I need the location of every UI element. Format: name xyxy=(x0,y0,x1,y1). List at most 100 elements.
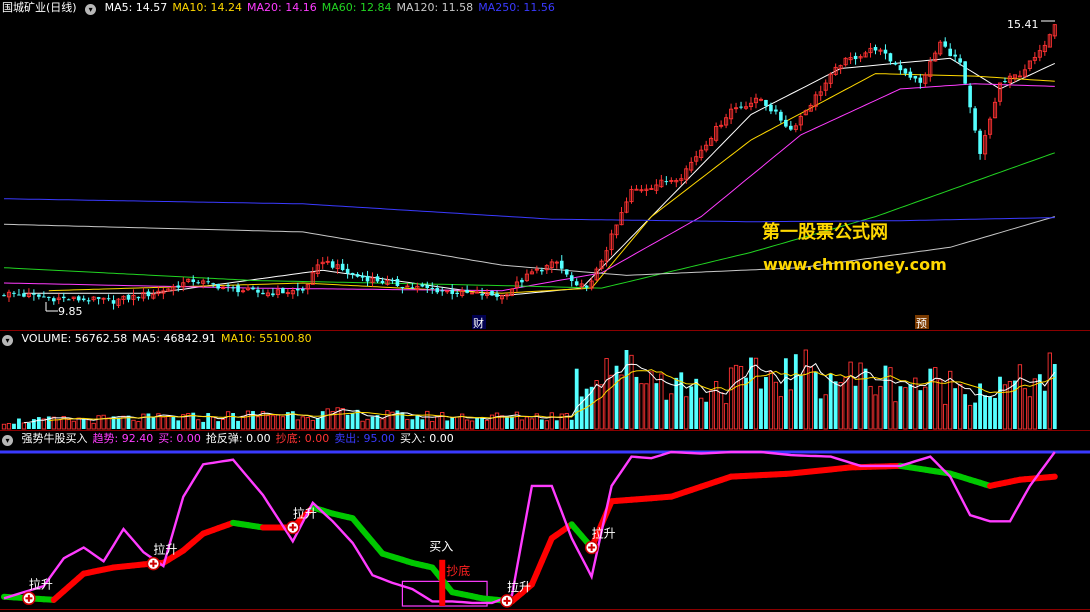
volume-bar xyxy=(220,419,226,430)
candle-body xyxy=(380,280,385,284)
candle-body xyxy=(231,287,235,289)
candle-body xyxy=(296,288,300,291)
signal-label: 拉升 xyxy=(293,505,317,520)
chart-canvas[interactable]: 15.41 9.85 财 预 拉升拉升拉升拉升拉升买入抄底 xyxy=(0,0,1090,612)
volume-bar xyxy=(480,417,484,429)
candle-body xyxy=(784,119,788,127)
volume-bar xyxy=(833,381,838,429)
candle-body xyxy=(355,274,360,277)
volume-bar xyxy=(873,394,878,430)
volume-bar xyxy=(425,410,430,430)
volume-bar xyxy=(614,365,619,429)
candle-body xyxy=(226,285,230,287)
volume-bar xyxy=(380,418,385,430)
volume-bar xyxy=(738,366,744,430)
volume-bar xyxy=(81,419,86,429)
volume-bar xyxy=(236,420,240,429)
candle-body xyxy=(32,293,36,295)
volume-bar xyxy=(91,422,96,430)
candle-body xyxy=(480,294,484,296)
volume-bar xyxy=(848,361,853,430)
volume-bar xyxy=(983,395,987,429)
volume-bar xyxy=(445,420,450,429)
volume-bar xyxy=(6,423,12,430)
candle-body xyxy=(574,281,579,286)
marker-yu[interactable]: 预 xyxy=(916,317,927,330)
volume-bar xyxy=(370,416,375,429)
volume-bar xyxy=(12,423,16,429)
candle-body xyxy=(2,295,6,297)
volume-bar xyxy=(878,385,883,430)
candle-body xyxy=(455,292,459,294)
volume-bar xyxy=(863,368,868,429)
candle-body xyxy=(893,62,898,65)
marker-cai[interactable]: 财 xyxy=(473,316,484,330)
volume-bar xyxy=(629,354,634,430)
volume-bar xyxy=(450,417,455,429)
candle-body xyxy=(903,68,908,74)
volume-bar xyxy=(973,402,977,429)
volume-bar xyxy=(988,396,992,429)
volume-bar xyxy=(853,385,858,429)
candle-body xyxy=(196,282,201,284)
volume-bar xyxy=(1022,388,1028,430)
candle-body xyxy=(81,298,86,301)
volume-bar xyxy=(524,416,530,430)
watermark-url: www.chnmoney.com xyxy=(763,255,947,274)
volume-bar xyxy=(709,390,714,430)
volume-bar xyxy=(967,404,973,430)
volume-bar xyxy=(559,413,564,430)
indicator-value-label: 买入: 0.00 xyxy=(400,432,454,445)
volume-bar xyxy=(469,420,475,430)
volume-bar xyxy=(251,411,255,429)
candle-body xyxy=(111,300,116,304)
candle-body xyxy=(440,290,445,292)
volume-bar xyxy=(744,377,748,429)
volume-bar xyxy=(505,417,509,429)
candle-body xyxy=(216,283,220,289)
volume-bar xyxy=(455,416,460,430)
candle-body xyxy=(22,293,26,297)
volume-bar xyxy=(923,386,928,430)
ma-value-label: MA10: 14.24 xyxy=(172,1,243,14)
volume-bar xyxy=(435,416,440,430)
volume-bar xyxy=(644,383,649,430)
volume-bar xyxy=(788,389,793,430)
stock-title[interactable]: 国城矿业(日线) xyxy=(2,1,77,14)
volume-bar xyxy=(978,383,982,429)
volume-bar xyxy=(838,382,843,430)
volume-bar xyxy=(768,371,774,430)
volume-bar xyxy=(245,410,251,430)
candle-body xyxy=(564,269,569,275)
candle-body xyxy=(12,292,16,294)
volume-bar xyxy=(728,367,734,430)
candle-body xyxy=(465,289,469,293)
chevron-down-icon[interactable]: ▾ xyxy=(2,435,13,446)
volume-bar xyxy=(918,390,923,429)
candle-body xyxy=(61,296,66,299)
volume-bar xyxy=(360,420,365,430)
volume-bar xyxy=(993,397,997,429)
volume-bar xyxy=(689,386,694,429)
candle-body xyxy=(664,181,669,183)
volume-bar xyxy=(699,397,704,430)
indicator-panel-header: ▾ 强势牛股买入 趋势: 92.40 买: 0.00 抢反弹: 0.00 抄底: 0.0… xyxy=(2,431,464,447)
volume-bar xyxy=(415,414,420,429)
volume-bar xyxy=(101,414,106,430)
ma-labels: MA5: 14.57 MA10: 14.24 MA20: 14.16 MA60: 12… xyxy=(105,1,560,14)
chevron-down-icon[interactable]: ▾ xyxy=(85,4,97,15)
volume-bar xyxy=(484,419,490,430)
candle-body xyxy=(898,65,903,71)
volume-bar xyxy=(96,415,101,430)
volume-bar xyxy=(858,362,863,430)
candle-body xyxy=(251,287,255,290)
chevron-down-icon[interactable]: ▾ xyxy=(2,335,13,346)
indicator-value-label: 抢反弹: 0.00 xyxy=(205,432,271,445)
volume-bar xyxy=(803,349,808,430)
volume-bar xyxy=(599,384,604,430)
volume-bar xyxy=(684,396,689,430)
candle-body xyxy=(126,294,131,300)
ma-line-ma250 xyxy=(3,198,1055,223)
volume-bar xyxy=(649,371,654,430)
ma-value-label: MA60: 12.84 xyxy=(321,1,392,14)
